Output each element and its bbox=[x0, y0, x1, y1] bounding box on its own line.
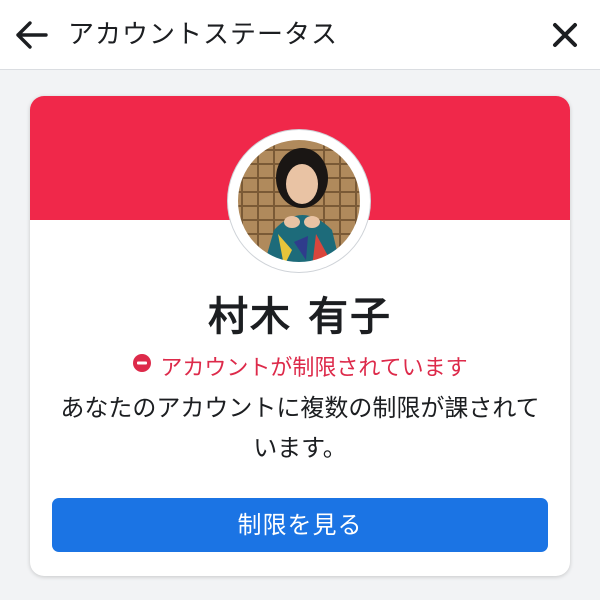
view-restrictions-button[interactable]: 制限を見る bbox=[52, 498, 548, 552]
close-button[interactable] bbox=[550, 20, 580, 50]
page-title: アカウントステータス bbox=[68, 20, 339, 50]
user-name: 村木 有子 bbox=[208, 294, 392, 340]
restriction-description: あなたのアカウントに複数の制限が課されています。 bbox=[60, 394, 540, 462]
top-bar: アカウントステータス bbox=[0, 0, 600, 70]
back-button[interactable] bbox=[14, 19, 50, 51]
profile-photo bbox=[232, 134, 366, 268]
restricted-icon bbox=[132, 352, 152, 382]
close-icon bbox=[553, 23, 577, 47]
restriction-status-text: アカウントが制限されています bbox=[160, 356, 468, 381]
arrow-left-icon bbox=[16, 21, 48, 49]
restriction-status: アカウントが制限されています bbox=[30, 354, 570, 384]
account-status-card: 村木 有子 アカウントが制限されています あなたのアカウントに複数の制限が課され… bbox=[30, 96, 570, 576]
avatar bbox=[228, 130, 370, 272]
